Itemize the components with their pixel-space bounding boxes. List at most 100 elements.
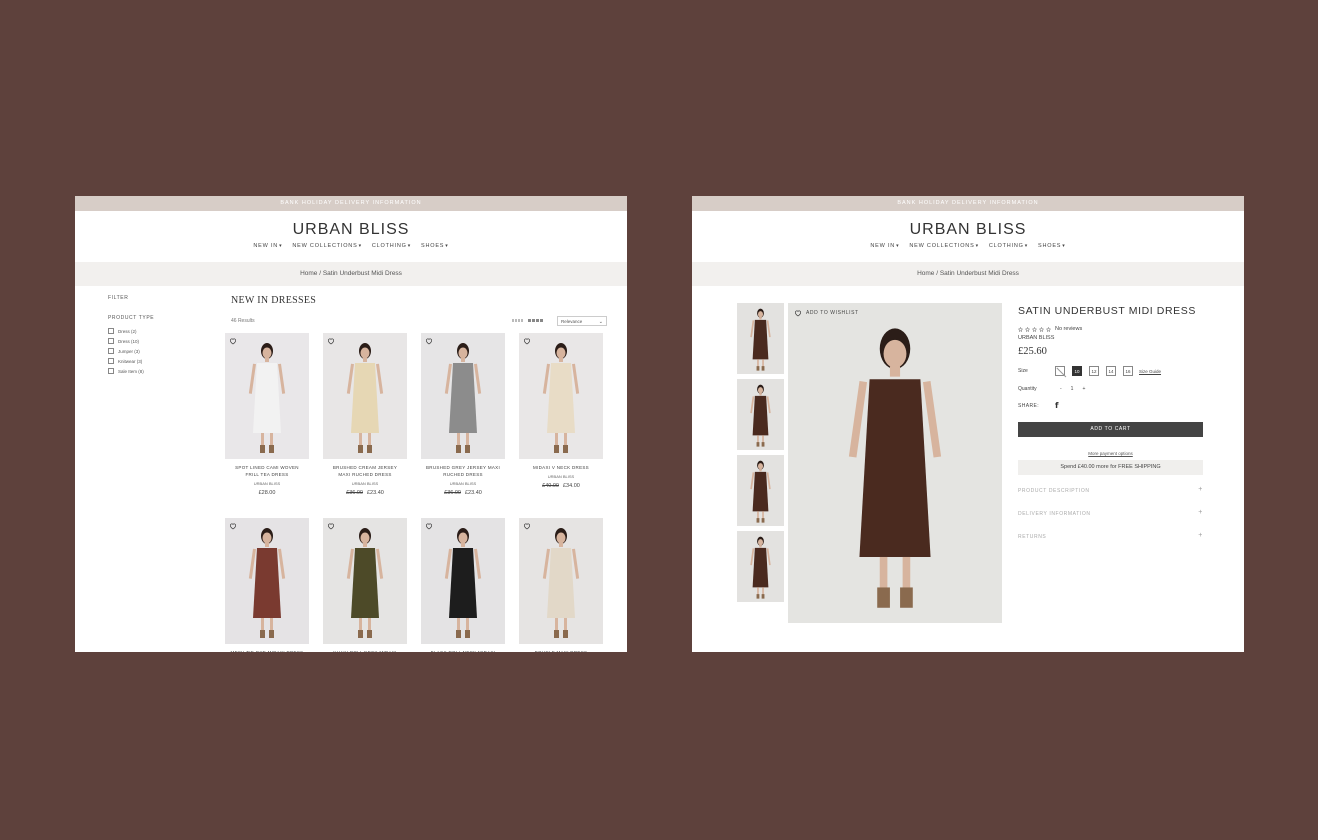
more-payment-options-link[interactable]: More payment options <box>1018 451 1203 456</box>
nav-item-shoes[interactable]: SHOES▾ <box>1038 243 1066 249</box>
heart-icon[interactable] <box>523 522 531 530</box>
current-price: £23.40 <box>465 490 482 496</box>
product-page-screenshot: BANK HOLIDAY DELIVERY INFORMATION URBAN … <box>692 196 1244 652</box>
product-main-image[interactable]: ADD TO WISHLIST <box>788 303 1002 623</box>
chevron-down-icon: ⌄ <box>598 319 603 325</box>
store-logo[interactable]: URBAN BLISS <box>75 221 627 239</box>
filter-option[interactable]: Jumper (3) <box>108 348 154 354</box>
product-type-heading[interactable]: PRODUCT TYPE <box>108 315 154 321</box>
sort-select[interactable]: Relevance ⌄ <box>557 316 607 326</box>
filter-option[interactable]: Dress (10) <box>108 338 154 344</box>
product-image[interactable] <box>225 518 309 644</box>
product-image[interactable] <box>421 333 505 459</box>
product-image[interactable] <box>323 333 407 459</box>
heart-icon[interactable] <box>229 522 237 530</box>
size-option-14[interactable]: 14 <box>1106 366 1116 376</box>
facebook-icon[interactable]: f <box>1055 401 1059 410</box>
filter-option[interactable]: Sale Item (8) <box>108 368 154 374</box>
product-name[interactable]: MIDAXI V NECK DRESS <box>519 464 603 471</box>
product-name[interactable]: BLACK ROLL NECK MIDAXI DRESS <box>421 649 505 652</box>
product-card[interactable]: BOUCLE MAXI DRESS <box>519 518 603 652</box>
product-name[interactable]: BRUSHED GREY JERSEY MAXI RUCHED DRESS <box>421 464 505 478</box>
accordion-delivery-information[interactable]: DELIVERY INFORMATION + <box>1018 509 1203 534</box>
product-brand[interactable]: URBAN BLISS <box>1018 335 1203 341</box>
add-to-wishlist-button[interactable]: ADD TO WISHLIST <box>794 309 859 317</box>
nav-item-new-in[interactable]: NEW IN▾ <box>253 243 282 249</box>
breadcrumb[interactable]: Home / Satin Underbust Midi Dress <box>75 262 627 286</box>
filter-option[interactable]: Dress (2) <box>108 328 154 334</box>
checkbox[interactable] <box>108 358 114 364</box>
add-to-cart-button[interactable]: ADD TO CART <box>1018 422 1203 437</box>
product-card[interactable]: KHAKI ROLL NECK MIDAXI DRESS <box>323 518 407 652</box>
accordion-product-description[interactable]: PRODUCT DESCRIPTION + <box>1018 486 1203 511</box>
breadcrumb[interactable]: Home / Satin Underbust Midi Dress <box>692 262 1244 286</box>
main-nav: NEW IN▾ NEW COLLECTIONS▾ CLOTHING▾ SHOES… <box>75 243 627 249</box>
accordion-label: PRODUCT DESCRIPTION <box>1018 488 1090 494</box>
rating[interactable]: No reviews <box>1018 326 1203 332</box>
filter-option[interactable]: Knitwear (3) <box>108 358 154 364</box>
product-thumbnail[interactable] <box>737 455 784 526</box>
size-guide-link[interactable]: Size Guide <box>1139 369 1161 374</box>
heart-icon[interactable] <box>327 522 335 530</box>
quantity-decrease-button[interactable]: - <box>1060 386 1062 392</box>
size-option-10[interactable]: 10 <box>1072 366 1082 376</box>
product-card[interactable]: BRUSHED GREY JERSEY MAXI RUCHED DRESS URB… <box>421 333 505 496</box>
product-card[interactable]: BRUSHED CREAM JERSEY MAXI RUCHED DRESS UR… <box>323 333 407 496</box>
size-option-12[interactable]: 12 <box>1089 366 1099 376</box>
product-name[interactable]: BRUSHED CREAM JERSEY MAXI RUCHED DRESS <box>323 464 407 478</box>
nav-item-new-collections[interactable]: NEW COLLECTIONS▾ <box>292 243 362 249</box>
heart-icon[interactable] <box>425 337 433 345</box>
nav-item-clothing[interactable]: CLOTHING▾ <box>989 243 1028 249</box>
checkbox[interactable] <box>108 348 114 354</box>
product-name[interactable]: MESH TIE-DYE MIDAXI DRESS <box>225 649 309 652</box>
nav-item-shoes[interactable]: SHOES▾ <box>421 243 449 249</box>
current-price: £34.00 <box>563 483 580 489</box>
chevron-down-icon: ▾ <box>975 243 979 249</box>
quantity-value[interactable]: 1 <box>1071 386 1074 392</box>
checkbox[interactable] <box>108 328 114 334</box>
product-thumbnail[interactable] <box>737 531 784 602</box>
current-price: £28.00 <box>258 490 276 496</box>
model-photo <box>519 333 603 459</box>
product-thumbnail[interactable] <box>737 379 784 450</box>
heart-icon[interactable] <box>327 337 335 345</box>
product-image[interactable] <box>323 518 407 644</box>
product-image[interactable] <box>519 518 603 644</box>
product-name[interactable]: SPOT LINED CAMI WOVEN FRILL TEA DRESS <box>225 464 309 478</box>
grid-3-icon[interactable] <box>512 319 523 322</box>
product-name[interactable]: KHAKI ROLL NECK MIDAXI DRESS <box>323 649 407 652</box>
announcement-bar[interactable]: BANK HOLIDAY DELIVERY INFORMATION <box>692 196 1244 211</box>
rating-text: No reviews <box>1055 326 1083 332</box>
checkbox[interactable] <box>108 338 114 344</box>
product-thumbnail[interactable] <box>737 303 784 374</box>
nav-item-new-in[interactable]: NEW IN▾ <box>870 243 899 249</box>
accordion-returns[interactable]: RETURNS + <box>1018 532 1203 557</box>
wishlist-label: ADD TO WISHLIST <box>806 310 859 316</box>
quantity-increase-button[interactable]: + <box>1082 386 1085 392</box>
nav-item-clothing[interactable]: CLOTHING▾ <box>372 243 411 249</box>
product-card[interactable]: SPOT LINED CAMI WOVEN FRILL TEA DRESS URB… <box>225 333 309 496</box>
heart-icon[interactable] <box>523 337 531 345</box>
size-selector: Size 10 12 14 16 Size Guide <box>1018 366 1203 376</box>
nav-label: NEW IN <box>870 243 896 249</box>
checkbox[interactable] <box>108 368 114 374</box>
store-logo[interactable]: URBAN BLISS <box>692 221 1244 239</box>
product-card[interactable]: MESH TIE-DYE MIDAXI DRESS <box>225 518 309 652</box>
product-image[interactable] <box>519 333 603 459</box>
product-image[interactable] <box>225 333 309 459</box>
size-option-16[interactable]: 16 <box>1123 366 1133 376</box>
plus-icon: + <box>1198 532 1203 539</box>
product-card[interactable]: BLACK ROLL NECK MIDAXI DRESS <box>421 518 505 652</box>
product-name[interactable]: BOUCLE MAXI DRESS <box>519 649 603 652</box>
product-card[interactable]: MIDAXI V NECK DRESS URBAN BLISS £40.00 £34.… <box>519 333 603 496</box>
size-option-8[interactable] <box>1055 366 1065 376</box>
nav-item-new-collections[interactable]: NEW COLLECTIONS▾ <box>909 243 979 249</box>
announcement-bar[interactable]: BANK HOLIDAY DELIVERY INFORMATION <box>75 196 627 211</box>
filter-heading: FILTER <box>108 295 129 301</box>
nav-label: NEW COLLECTIONS <box>909 243 975 249</box>
current-price: £23.40 <box>367 490 384 496</box>
heart-icon[interactable] <box>425 522 433 530</box>
heart-icon[interactable] <box>229 337 237 345</box>
product-image[interactable] <box>421 518 505 644</box>
grid-4-icon[interactable] <box>528 319 544 322</box>
